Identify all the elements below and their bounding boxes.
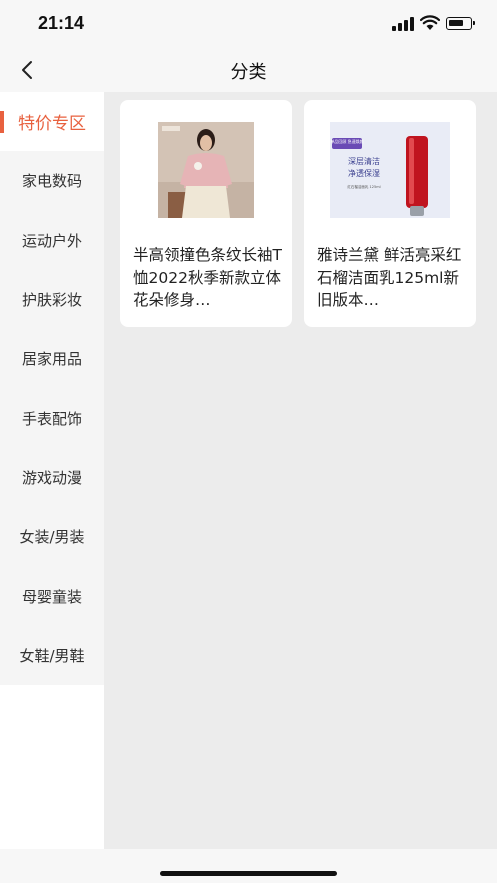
sidebar-item-label: 护肤彩妆 — [21, 291, 82, 310]
sidebar-item-label: 居家用品 — [21, 350, 82, 369]
product-title: 雅诗兰黛 鲜活亮采红石榴洁面乳125ml新旧版本… — [317, 246, 462, 309]
status-time: 21:14 — [38, 13, 85, 33]
product-card[interactable]: 半高领撞色条纹长袖T恤2022秋季新款立体花朵修身… — [120, 100, 292, 327]
sidebar-item-label: 游戏动漫 — [21, 468, 82, 487]
category-sidebar: 特价专区 家电数码 运动户外 护肤彩妆 居家用品 手表配饰 游戏动漫 女装/男装… — [0, 92, 104, 849]
sidebar-item-skincare-makeup[interactable]: 护肤彩妆 — [0, 270, 104, 329]
sidebar-item-games-anime[interactable]: 游戏动漫 — [0, 448, 104, 507]
image-badge-text: 单品回顾 急速焕颜 — [330, 138, 363, 144]
image-headline-1: 深层清洁 — [348, 156, 380, 166]
sidebar-item-appliances-digital[interactable]: 家电数码 — [0, 151, 104, 210]
home-indicator[interactable] — [160, 871, 337, 876]
wifi-icon — [420, 15, 440, 30]
status-bar: 21:14 — [0, 0, 497, 48]
sidebar-item-baby-kids[interactable]: 母婴童装 — [0, 566, 104, 625]
sidebar-item-label: 家电数码 — [21, 172, 82, 191]
product-title: 半高领撞色条纹长袖T恤2022秋季新款立体花朵修身… — [133, 246, 282, 309]
product-image — [158, 122, 254, 218]
active-indicator — [0, 111, 4, 133]
sidebar-item-label: 运动户外 — [21, 231, 82, 250]
signal-icon — [392, 17, 414, 31]
sidebar-item-label: 手表配饰 — [21, 409, 82, 428]
sidebar-item-womens-mens-clothing[interactable]: 女装/男装 — [0, 507, 104, 566]
product-image: 单品回顾 急速焕颜 深层清洁 净透保湿 红石榴洁面乳 125ml — [330, 122, 450, 218]
navigation-bar: 分类 — [0, 48, 497, 93]
battery-icon — [446, 17, 475, 30]
image-headline-2: 净透保湿 — [348, 168, 380, 178]
bottom-safe-area — [0, 849, 497, 883]
sidebar-item-home-goods[interactable]: 居家用品 — [0, 329, 104, 388]
image-footer-text: 红石榴洁面乳 125ml — [347, 184, 380, 189]
sidebar-item-label: 母婴童装 — [21, 587, 82, 606]
product-card[interactable]: 单品回顾 急速焕颜 深层清洁 净透保湿 红石榴洁面乳 125ml 雅诗兰黛 鲜活… — [304, 100, 476, 327]
sidebar-item-sports-outdoor[interactable]: 运动户外 — [0, 211, 104, 270]
sidebar-item-watches-accessories[interactable]: 手表配饰 — [0, 388, 104, 447]
sidebar-item-label: 女鞋/男鞋 — [19, 646, 85, 665]
sidebar-item-label: 特价专区 — [18, 114, 86, 135]
page-title: 分类 — [230, 62, 267, 83]
sidebar-item-label: 女装/男装 — [19, 528, 85, 547]
sidebar-item-womens-mens-shoes[interactable]: 女鞋/男鞋 — [0, 626, 104, 685]
product-grid: 半高领撞色条纹长袖T恤2022秋季新款立体花朵修身… 单品回顾 急速焕颜 深层清… — [104, 92, 497, 849]
sidebar-item-special-offers[interactable]: 特价专区 — [0, 92, 104, 152]
